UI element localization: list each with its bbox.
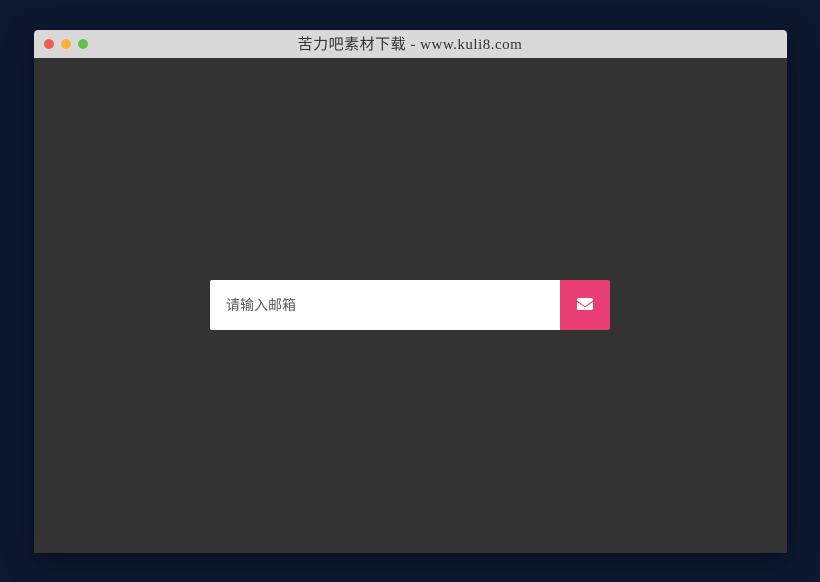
close-icon[interactable]: [44, 39, 54, 49]
envelope-icon: [577, 296, 593, 315]
email-form: [210, 280, 610, 330]
title-bar: 苦力吧素材下载 - www.kuli8.com: [34, 30, 787, 58]
content-area: [34, 58, 787, 553]
submit-button[interactable]: [560, 280, 610, 330]
maximize-icon[interactable]: [78, 39, 88, 49]
traffic-lights: [34, 39, 88, 49]
email-input[interactable]: [210, 280, 560, 330]
browser-window: 苦力吧素材下载 - www.kuli8.com: [34, 30, 787, 553]
window-title: 苦力吧素材下载 - www.kuli8.com: [34, 33, 787, 54]
minimize-icon[interactable]: [61, 39, 71, 49]
